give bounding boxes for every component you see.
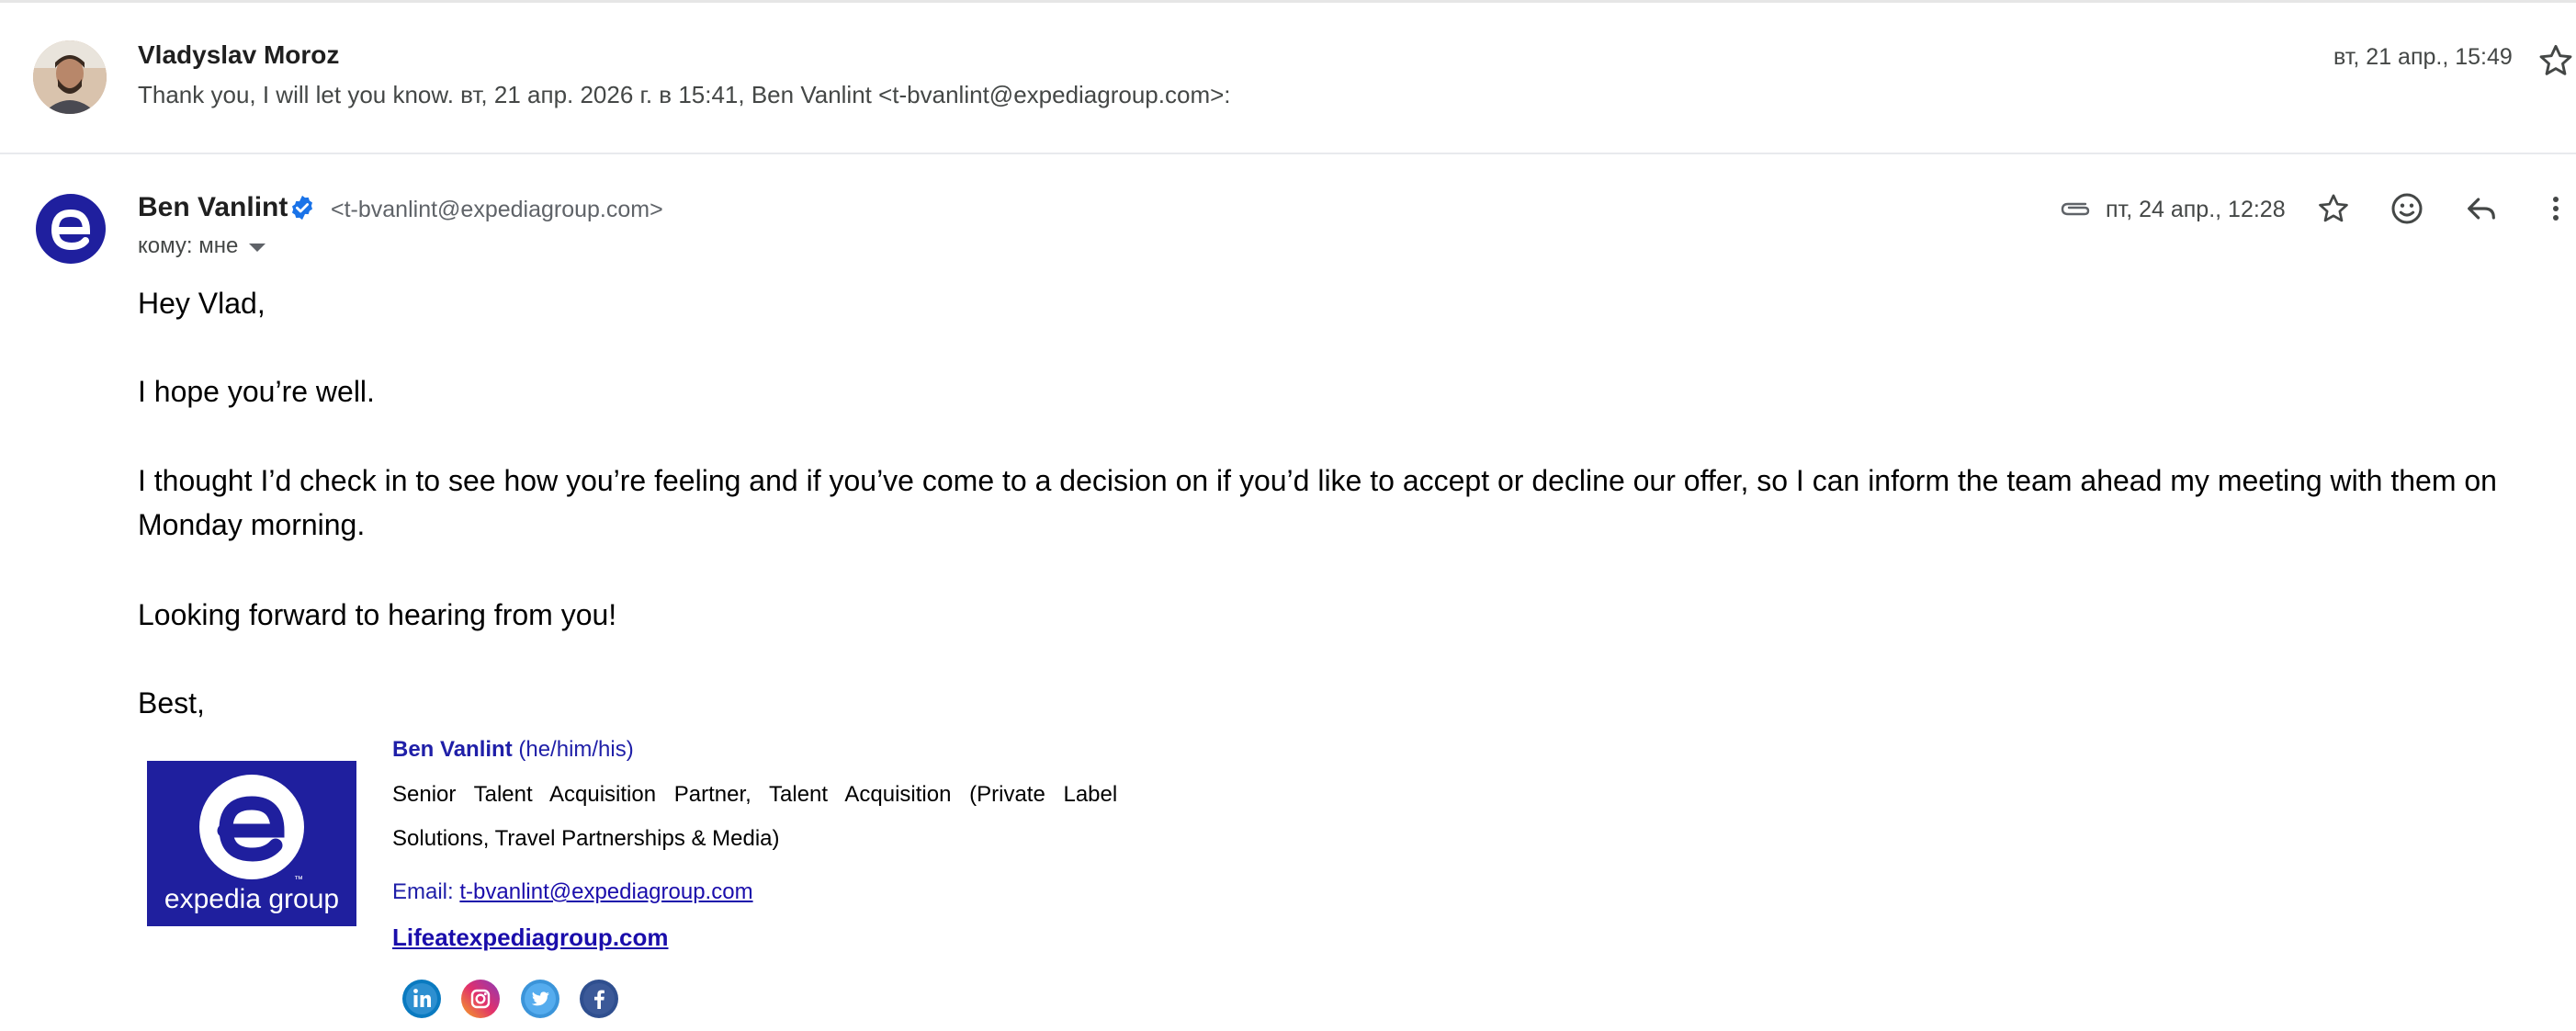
twitter-icon[interactable] <box>521 980 559 1018</box>
signature-name: Ben Vanlint <box>392 737 513 762</box>
sender-avatar[interactable] <box>33 40 107 114</box>
message-divider <box>0 153 2576 154</box>
body-paragraph: I hope you’re well. <box>138 375 375 408</box>
signature-title: Solutions, Travel Partnerships & Media) <box>392 826 780 851</box>
more-options-icon[interactable] <box>2536 186 2576 232</box>
body-closing: Best, <box>138 686 205 719</box>
message-date: пт, 24 апр., 12:28 <box>2106 197 2286 222</box>
signature-email-label: Email: <box>392 879 454 904</box>
body-paragraph: Looking forward to hearing from you! <box>138 598 617 631</box>
body-paragraph: Monday morning. <box>138 508 366 541</box>
sender-name[interactable]: Ben Vanlint <box>138 192 288 223</box>
collapsed-snippet[interactable]: Thank you, I will let you know. вт, 21 а… <box>138 81 1231 109</box>
reply-icon[interactable] <box>2458 186 2504 232</box>
sender-email: <t-bvanlint@expediagroup.com> <box>331 197 663 222</box>
chevron-down-icon[interactable] <box>249 244 266 252</box>
signature-name-line: Ben Vanlint (he/him/his) <box>392 737 634 763</box>
expedia-group-logo: expedia group ™ <box>147 761 356 926</box>
verified-badge-icon <box>288 194 316 221</box>
attachment-icon <box>2060 195 2093 222</box>
linkedin-icon[interactable] <box>402 980 441 1018</box>
top-border <box>0 0 2576 3</box>
body-paragraph: I thought I’d check in to see how you’re… <box>138 464 2497 497</box>
star-icon[interactable] <box>2310 186 2356 232</box>
expedia-avatar[interactable] <box>35 193 107 265</box>
collapsed-date: вт, 21 апр., 15:49 <box>2333 44 2513 70</box>
body-greeting: Hey Vlad, <box>138 287 266 320</box>
facebook-icon[interactable] <box>580 980 618 1018</box>
logo-trademark: ™ <box>294 875 303 885</box>
signature-pronouns: (he/him/his) <box>518 737 634 762</box>
recipients-label: кому: мне <box>138 233 239 258</box>
recipients-toggle[interactable]: кому: мне <box>138 233 266 259</box>
logo-text: expedia group <box>164 884 339 914</box>
signature-email-line: Email: t-bvanlint@expediagroup.com <box>392 879 753 905</box>
signature-title: Senior Talent Acquisition Partner, Talen… <box>392 782 1118 807</box>
emoji-reaction-icon[interactable] <box>2384 186 2430 232</box>
star-icon[interactable] <box>2536 40 2576 81</box>
signature-email-link[interactable]: t-bvanlint@expediagroup.com <box>459 879 752 904</box>
collapsed-sender-name[interactable]: Vladyslav Moroz <box>138 40 339 70</box>
signature-website-link[interactable]: Lifeatexpediagroup.com <box>392 923 669 952</box>
instagram-icon[interactable] <box>461 980 500 1018</box>
